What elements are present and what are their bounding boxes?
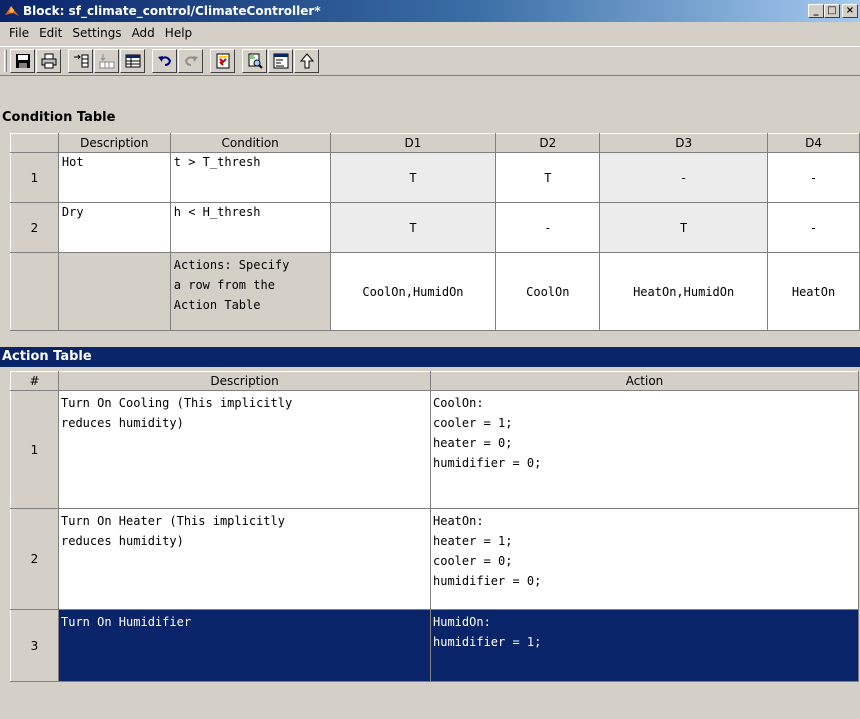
actions-description-cell — [57, 252, 171, 331]
column-header-d2[interactable]: D2 — [495, 133, 601, 153]
column-header-number[interactable]: # — [10, 371, 59, 391]
condition-cell[interactable]: t > T_thresh — [169, 152, 331, 203]
column-header-description[interactable]: Description — [58, 371, 431, 391]
add-column-icon — [99, 54, 114, 69]
action-table: # Description Action 1 Turn On Cooling (… — [10, 371, 859, 682]
redo-icon — [184, 56, 198, 66]
matlab-icon — [5, 6, 19, 16]
action-cell[interactable]: HeatOn,HumidOn — [599, 252, 769, 331]
menu-file[interactable]: File — [4, 24, 34, 42]
save-button[interactable] — [10, 49, 35, 73]
menu-edit[interactable]: Edit — [34, 24, 67, 42]
table-icon — [125, 54, 140, 68]
condition-table-header-row: Description Condition D1 D2 D3 D4 — [10, 133, 860, 153]
table-row: 2 Turn On Heater (This implicitly reduce… — [10, 508, 859, 610]
table-row: 1 Turn On Cooling (This implicitly reduc… — [10, 390, 859, 509]
decision-cell[interactable]: T — [329, 202, 497, 253]
column-header-d3[interactable]: D3 — [599, 133, 769, 153]
action-cell[interactable]: HumidOn: humidifier = 1; — [430, 609, 859, 682]
toolbar — [0, 46, 860, 76]
maximize-button[interactable]: □ — [824, 4, 840, 18]
print-button[interactable] — [36, 49, 61, 73]
action-cell[interactable]: CoolOn: cooler = 1; heater = 0; humidifi… — [430, 390, 859, 509]
title-bar: Block: sf_climate_control/ClimateControl… — [0, 0, 860, 22]
undo-icon — [157, 56, 171, 66]
column-header-description[interactable]: Description — [57, 133, 171, 153]
add-row-icon — [73, 54, 88, 68]
menu-settings[interactable]: Settings — [67, 24, 126, 42]
check-icon — [216, 53, 229, 69]
decision-cell[interactable]: T — [329, 152, 497, 203]
toolbar-grip — [4, 50, 7, 72]
action-table-header-row: # Description Action — [10, 371, 859, 391]
go-to-parent-button[interactable] — [294, 49, 319, 73]
actions-label: Actions: Specify a row from the Action T… — [169, 252, 331, 331]
up-arrow-icon — [299, 53, 314, 69]
decision-cell[interactable]: T — [495, 152, 601, 203]
decision-cell[interactable]: - — [767, 152, 860, 203]
menu-bar: File Edit Settings Add Help — [0, 22, 860, 44]
print-icon — [41, 53, 56, 69]
column-header-condition[interactable]: Condition — [169, 133, 331, 153]
table-row: 2 Dry h < H_thresh T - T - — [10, 202, 860, 253]
row-header[interactable]: 1 — [10, 152, 59, 203]
table-row: 1 Hot t > T_thresh T T - - — [10, 152, 860, 203]
action-table-title: Action Table — [0, 347, 860, 367]
condition-cell[interactable]: h < H_thresh — [169, 202, 331, 253]
action-cell[interactable]: HeatOn: heater = 1; cooler = 0; humidifi… — [430, 508, 859, 610]
action-cell[interactable]: CoolOn — [495, 252, 601, 331]
row-header[interactable]: 2 — [10, 202, 59, 253]
column-header-d4[interactable]: D4 — [767, 133, 860, 153]
decision-cell[interactable]: - — [495, 202, 601, 253]
corner-cell — [10, 133, 59, 153]
decision-cell[interactable]: - — [599, 152, 769, 203]
redo-button[interactable] — [178, 49, 203, 73]
table-row-selected: 3 Turn On Humidifier HumidOn: humidifier… — [10, 609, 859, 682]
row-header[interactable]: 1 — [10, 390, 59, 509]
decision-cell[interactable]: T — [599, 202, 769, 253]
column-header-action[interactable]: Action — [430, 371, 859, 391]
search-button[interactable] — [242, 49, 267, 73]
window-title: Block: sf_climate_control/ClimateControl… — [23, 4, 321, 18]
column-header-d1[interactable]: D1 — [329, 133, 497, 153]
minimize-button[interactable]: _ — [808, 4, 824, 18]
menu-help[interactable]: Help — [160, 24, 197, 42]
add-column-button[interactable] — [94, 49, 119, 73]
decision-cell[interactable]: - — [767, 202, 860, 253]
check-button[interactable] — [210, 49, 235, 73]
table-button[interactable] — [120, 49, 145, 73]
undo-button[interactable] — [152, 49, 177, 73]
action-cell[interactable]: CoolOn,HumidOn — [329, 252, 497, 331]
search-icon — [248, 53, 263, 69]
description-cell[interactable]: Hot — [57, 152, 171, 203]
row-header[interactable]: 2 — [10, 508, 59, 610]
menu-add[interactable]: Add — [127, 24, 160, 42]
row-header — [10, 252, 59, 331]
condition-table: Description Condition D1 D2 D3 D4 1 Hot … — [10, 133, 860, 331]
description-cell[interactable]: Turn On Humidifier — [58, 609, 431, 682]
close-button[interactable]: × — [842, 4, 858, 18]
left-panel-edge — [0, 128, 10, 719]
code-icon — [273, 53, 288, 69]
description-cell[interactable]: Dry — [57, 202, 171, 253]
action-cell[interactable]: HeatOn — [767, 252, 860, 331]
condition-table-title: Condition Table — [0, 108, 860, 128]
row-header[interactable]: 3 — [10, 609, 59, 682]
description-cell[interactable]: Turn On Cooling (This implicitly reduces… — [58, 390, 431, 509]
add-row-button[interactable] — [68, 49, 93, 73]
code-button[interactable] — [268, 49, 293, 73]
description-cell[interactable]: Turn On Heater (This implicitly reduces … — [58, 508, 431, 610]
actions-row: Actions: Specify a row from the Action T… — [10, 252, 860, 331]
save-icon — [15, 54, 30, 68]
